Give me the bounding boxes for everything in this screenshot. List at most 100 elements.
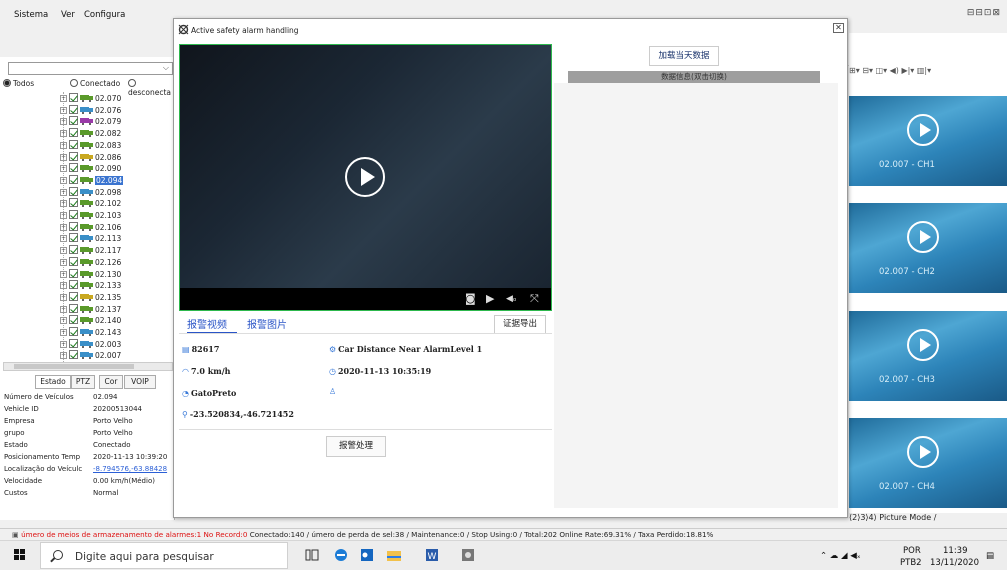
checkbox[interactable] — [69, 93, 78, 102]
tree-item[interactable]: +02.113 — [60, 233, 121, 243]
expand-icon[interactable]: + — [60, 118, 67, 126]
expand-icon[interactable]: + — [60, 212, 67, 219]
tree-item[interactable]: +02.106 — [60, 221, 121, 232]
checkbox[interactable] — [69, 256, 78, 266]
checkbox[interactable] — [69, 139, 78, 149]
radio-all[interactable]: Todos — [3, 79, 34, 88]
page-tabs[interactable]: ⟨2⟩3⟩4⟩ Picture Mode / — [849, 513, 1007, 525]
checkbox[interactable] — [69, 303, 78, 313]
tree-item[interactable]: +02.090 — [60, 163, 121, 173]
checkbox[interactable] — [69, 198, 78, 208]
expand-icon[interactable]: + — [60, 258, 67, 266]
checkbox[interactable] — [69, 268, 78, 278]
tab-ptz[interactable]: PTZ — [71, 375, 95, 389]
menu-ver[interactable]: Ver — [61, 10, 75, 20]
tree-scrollbar[interactable] — [3, 362, 173, 371]
play-small-icon[interactable]: ▶ — [486, 292, 494, 305]
checkbox[interactable] — [69, 128, 78, 138]
language-code[interactable]: POR — [903, 546, 921, 556]
tree-item[interactable]: +02.117 — [60, 245, 121, 255]
notifications-icon[interactable]: ▤ — [986, 551, 994, 561]
expand-icon[interactable]: + — [60, 305, 67, 313]
export-evidence-button[interactable]: 证据导出 — [494, 315, 546, 334]
expand-icon[interactable]: + — [60, 270, 67, 278]
video-channel[interactable]: 02.007 - CH2 — [849, 203, 1007, 293]
tree-item[interactable]: +02.086 — [60, 151, 121, 162]
task-view-icon[interactable] — [304, 547, 320, 563]
checkbox[interactable] — [69, 233, 78, 243]
play-icon[interactable] — [907, 329, 939, 361]
tree-item[interactable]: +02.070 — [60, 93, 121, 103]
tab-voip[interactable]: VOIP — [124, 375, 156, 389]
tree-item[interactable]: +02.079 — [60, 116, 121, 126]
checkbox[interactable] — [69, 221, 78, 231]
load-today-button[interactable]: 加载当天数据 — [649, 46, 719, 66]
expand-icon[interactable]: + — [60, 329, 67, 336]
tree-item[interactable]: +02.137 — [60, 303, 121, 314]
tab-cor[interactable]: Cor — [99, 375, 123, 389]
video-player[interactable]: ◙ ▶ ◀ₒ ⤧ — [179, 44, 552, 311]
video-channel[interactable]: 02.007 - CH1 — [849, 96, 1007, 186]
checkbox[interactable] — [69, 210, 78, 219]
clock-time[interactable]: 11:39 — [943, 546, 968, 556]
expand-icon[interactable]: + — [60, 293, 67, 301]
checkbox[interactable] — [69, 291, 78, 301]
checkbox[interactable] — [69, 163, 78, 173]
checkbox[interactable] — [69, 116, 78, 126]
tree-item[interactable]: +02.102 — [60, 198, 121, 208]
play-icon[interactable] — [907, 436, 939, 468]
expand-icon[interactable]: + — [60, 176, 67, 184]
outlook-icon[interactable] — [359, 547, 375, 563]
checkbox[interactable] — [69, 338, 78, 348]
word-icon[interactable]: W — [424, 547, 440, 563]
tab-estado[interactable]: Estado — [35, 375, 71, 389]
expand-icon[interactable]: + — [60, 200, 67, 208]
tree-item[interactable]: +02.130 — [60, 268, 121, 279]
checkbox[interactable] — [69, 315, 78, 325]
tree-item[interactable]: +02.135 — [60, 291, 121, 302]
close-button[interactable]: ✕ — [833, 23, 844, 33]
volume-icon[interactable]: ◀ₒ — [506, 294, 517, 304]
tree-item[interactable]: +02.003 — [60, 338, 121, 349]
play-icon[interactable] — [907, 221, 939, 253]
expand-icon[interactable]: + — [60, 165, 67, 173]
camera-icon[interactable]: ◙ — [465, 292, 476, 305]
expand-icon[interactable]: + — [60, 247, 67, 255]
checkbox[interactable] — [69, 174, 78, 184]
checkbox[interactable] — [69, 151, 78, 161]
tree-item[interactable]: +02.082 — [60, 128, 121, 138]
tree-item[interactable]: +02.098 — [60, 186, 121, 197]
radio-connected[interactable]: Conectado — [70, 79, 120, 88]
fullscreen-icon[interactable]: ⤧ — [530, 292, 539, 306]
tree-item[interactable]: +02.140 — [60, 315, 121, 325]
edge-icon[interactable] — [333, 547, 349, 563]
expand-icon[interactable]: + — [60, 317, 67, 325]
tree-item[interactable]: +02.133 — [60, 280, 121, 290]
play-icon[interactable] — [907, 114, 939, 146]
video-channel[interactable]: 02.007 - CH4 — [849, 418, 1007, 508]
tree-item[interactable]: +02.126 — [60, 256, 121, 267]
menu-configura[interactable]: Configura — [84, 10, 125, 20]
expand-icon[interactable]: + — [60, 223, 67, 231]
tab-alarm-image[interactable]: 报警图片 — [247, 316, 287, 331]
taskbar-search[interactable]: Digite aqui para pesquisar — [40, 542, 288, 569]
play-icon[interactable] — [345, 157, 385, 197]
expand-icon[interactable]: + — [60, 130, 67, 138]
expand-icon[interactable]: + — [60, 106, 67, 114]
tray-icons[interactable]: ⌃ ☁ ◢ ◀ₓ — [820, 551, 861, 561]
group-select[interactable]: ⌵ — [8, 62, 173, 75]
expand-icon[interactable]: + — [60, 141, 67, 149]
checkbox[interactable] — [69, 104, 78, 114]
windows-start-icon[interactable] — [14, 549, 26, 561]
handle-alarm-button[interactable]: 报警处理 — [326, 436, 386, 457]
tab-alarm-video[interactable]: 报警视频 — [187, 316, 227, 331]
tree-item[interactable]: +02.007 — [60, 350, 121, 360]
video-toolbar[interactable]: ⊞▾ ⊟▾ ◫▾ ◀) ▶|▾ ▥|▾ — [849, 66, 1007, 80]
tree-item[interactable]: +02.083 — [60, 139, 121, 150]
checkbox[interactable] — [69, 327, 78, 336]
expand-icon[interactable]: + — [60, 282, 67, 290]
clock-date[interactable]: 13/11/2020 — [930, 558, 979, 568]
tree-item[interactable]: +02.094 — [60, 174, 124, 185]
expand-icon[interactable]: + — [60, 188, 67, 196]
expand-icon[interactable]: + — [60, 235, 67, 243]
